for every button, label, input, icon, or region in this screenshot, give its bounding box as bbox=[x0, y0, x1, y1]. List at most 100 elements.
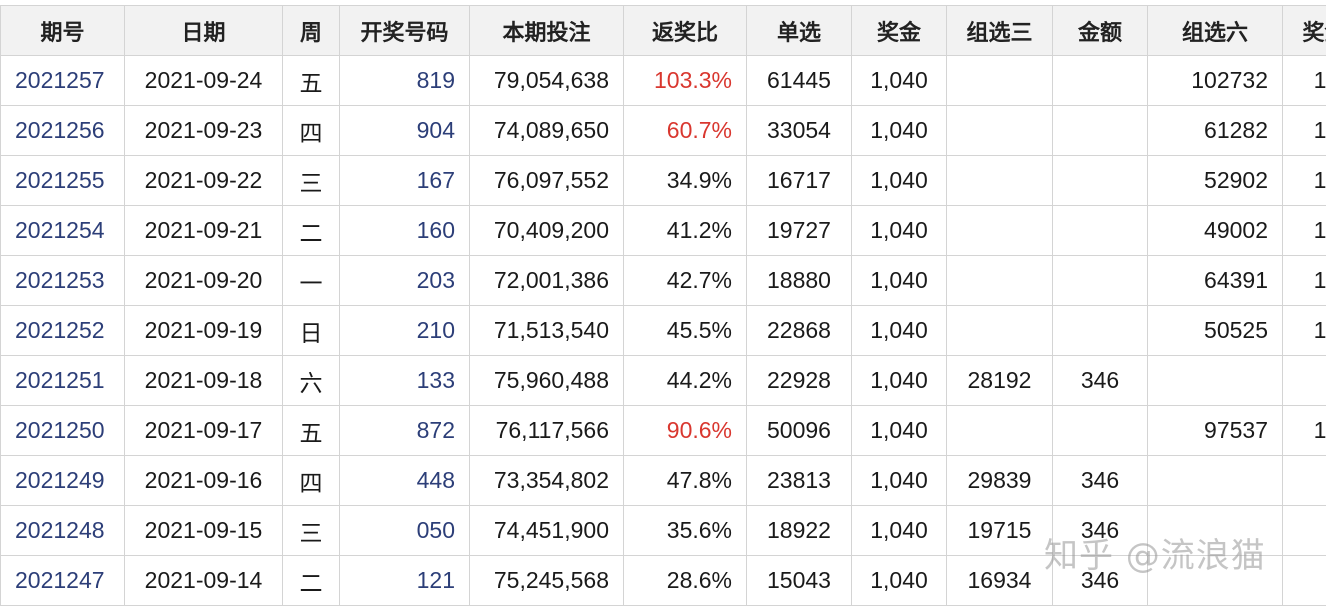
return-ratio: 41.2% bbox=[623, 205, 747, 256]
group3-amount bbox=[1052, 305, 1148, 356]
group3-count: 16934 bbox=[946, 555, 1053, 606]
bet-amount: 79,054,638 bbox=[469, 55, 624, 106]
col-header-week[interactable]: 周 bbox=[282, 5, 340, 56]
col-header-group3-amount[interactable]: 金额 bbox=[1052, 5, 1148, 56]
bet-amount: 70,409,200 bbox=[469, 205, 624, 256]
issue-link[interactable]: 2021256 bbox=[0, 105, 125, 156]
winning-number[interactable]: 133 bbox=[339, 355, 470, 406]
issue-link[interactable]: 2021249 bbox=[0, 455, 125, 506]
col-header-issue[interactable]: 期号 bbox=[0, 5, 125, 56]
draw-date: 2021-09-14 bbox=[124, 555, 283, 606]
single-prize: 1,040 bbox=[851, 155, 947, 206]
col-header-bet[interactable]: 本期投注 bbox=[469, 5, 624, 56]
table-header-row: 期号 日期 周 开奖号码 本期投注 返奖比 单选 奖金 组选三 金额 组选六 奖… bbox=[0, 5, 1326, 56]
winning-number[interactable]: 160 bbox=[339, 205, 470, 256]
col-header-single[interactable]: 单选 bbox=[746, 5, 852, 56]
group6-prize: 173 bbox=[1282, 105, 1326, 156]
winning-number[interactable]: 872 bbox=[339, 405, 470, 456]
weekday: 五 bbox=[282, 405, 340, 456]
issue-link[interactable]: 2021253 bbox=[0, 255, 125, 306]
table-row: 2021256 2021-09-23 四 904 74,089,650 60.7% 3305… bbox=[0, 105, 1326, 156]
issue-link[interactable]: 2021247 bbox=[0, 555, 125, 606]
group6-prize: 173 bbox=[1282, 255, 1326, 306]
single-count: 18922 bbox=[746, 505, 852, 556]
draw-date: 2021-09-19 bbox=[124, 305, 283, 356]
group6-prize bbox=[1282, 555, 1326, 606]
weekday: 二 bbox=[282, 205, 340, 256]
return-ratio: 42.7% bbox=[623, 255, 747, 306]
group3-count: 29839 bbox=[946, 455, 1053, 506]
return-ratio: 47.8% bbox=[623, 455, 747, 506]
group6-count: 97537 bbox=[1147, 405, 1283, 456]
weekday: 日 bbox=[282, 305, 340, 356]
bet-amount: 71,513,540 bbox=[469, 305, 624, 356]
issue-link[interactable]: 2021254 bbox=[0, 205, 125, 256]
single-prize: 1,040 bbox=[851, 105, 947, 156]
weekday: 五 bbox=[282, 55, 340, 106]
group3-count bbox=[946, 255, 1053, 306]
winning-number[interactable]: 050 bbox=[339, 505, 470, 556]
table-row: 2021250 2021-09-17 五 872 76,117,566 90.6% 5009… bbox=[0, 405, 1326, 456]
group3-amount bbox=[1052, 55, 1148, 106]
single-prize: 1,040 bbox=[851, 205, 947, 256]
single-count: 22928 bbox=[746, 355, 852, 406]
return-ratio: 103.3% bbox=[623, 55, 747, 106]
group6-prize: 173 bbox=[1282, 405, 1326, 456]
group3-count bbox=[946, 305, 1053, 356]
bet-amount: 76,117,566 bbox=[469, 405, 624, 456]
col-header-number[interactable]: 开奖号码 bbox=[339, 5, 470, 56]
issue-link[interactable]: 2021252 bbox=[0, 305, 125, 356]
table-row: 2021257 2021-09-24 五 819 79,054,638 103.3% 614… bbox=[0, 55, 1326, 106]
group6-prize bbox=[1282, 455, 1326, 506]
issue-link[interactable]: 2021250 bbox=[0, 405, 125, 456]
col-header-group6-prize[interactable]: 奖金 bbox=[1282, 5, 1326, 56]
single-count: 19727 bbox=[746, 205, 852, 256]
winning-number[interactable]: 904 bbox=[339, 105, 470, 156]
group6-prize: 173 bbox=[1282, 55, 1326, 106]
issue-link[interactable]: 2021255 bbox=[0, 155, 125, 206]
col-header-ratio[interactable]: 返奖比 bbox=[623, 5, 747, 56]
winning-number[interactable]: 210 bbox=[339, 305, 470, 356]
col-header-group3[interactable]: 组选三 bbox=[946, 5, 1053, 56]
col-header-date[interactable]: 日期 bbox=[124, 5, 283, 56]
issue-link[interactable]: 2021251 bbox=[0, 355, 125, 406]
col-header-single-prize[interactable]: 奖金 bbox=[851, 5, 947, 56]
table-row: 2021255 2021-09-22 三 167 76,097,552 34.9% 1671… bbox=[0, 155, 1326, 206]
bet-amount: 75,245,568 bbox=[469, 555, 624, 606]
table-row: 2021251 2021-09-18 六 133 75,960,488 44.2% 2292… bbox=[0, 355, 1326, 406]
table-row: 2021248 2021-09-15 三 050 74,451,900 35.6% 1892… bbox=[0, 505, 1326, 556]
group3-count bbox=[946, 405, 1053, 456]
draw-date: 2021-09-15 bbox=[124, 505, 283, 556]
col-header-group6[interactable]: 组选六 bbox=[1147, 5, 1283, 56]
weekday: 四 bbox=[282, 455, 340, 506]
draw-date: 2021-09-23 bbox=[124, 105, 283, 156]
group6-prize: 173 bbox=[1282, 205, 1326, 256]
group3-count bbox=[946, 55, 1053, 106]
return-ratio: 45.5% bbox=[623, 305, 747, 356]
issue-link[interactable]: 2021257 bbox=[0, 55, 125, 106]
group3-amount bbox=[1052, 105, 1148, 156]
winning-number[interactable]: 121 bbox=[339, 555, 470, 606]
issue-link[interactable]: 2021248 bbox=[0, 505, 125, 556]
winning-number[interactable]: 819 bbox=[339, 55, 470, 106]
group3-amount: 346 bbox=[1052, 355, 1148, 406]
single-count: 33054 bbox=[746, 105, 852, 156]
draw-date: 2021-09-21 bbox=[124, 205, 283, 256]
return-ratio: 34.9% bbox=[623, 155, 747, 206]
group6-prize: 173 bbox=[1282, 305, 1326, 356]
group3-amount bbox=[1052, 205, 1148, 256]
winning-number[interactable]: 448 bbox=[339, 455, 470, 506]
group3-amount: 346 bbox=[1052, 555, 1148, 606]
group6-count: 49002 bbox=[1147, 205, 1283, 256]
top-border bbox=[0, 0, 1326, 4]
single-count: 18880 bbox=[746, 255, 852, 306]
table-row: 2021249 2021-09-16 四 448 73,354,802 47.8% 2381… bbox=[0, 455, 1326, 506]
draw-date: 2021-09-24 bbox=[124, 55, 283, 106]
group6-count: 61282 bbox=[1147, 105, 1283, 156]
group6-prize bbox=[1282, 355, 1326, 406]
return-ratio: 60.7% bbox=[623, 105, 747, 156]
winning-number[interactable]: 167 bbox=[339, 155, 470, 206]
winning-number[interactable]: 203 bbox=[339, 255, 470, 306]
group6-count: 102732 bbox=[1147, 55, 1283, 106]
group3-count: 19715 bbox=[946, 505, 1053, 556]
